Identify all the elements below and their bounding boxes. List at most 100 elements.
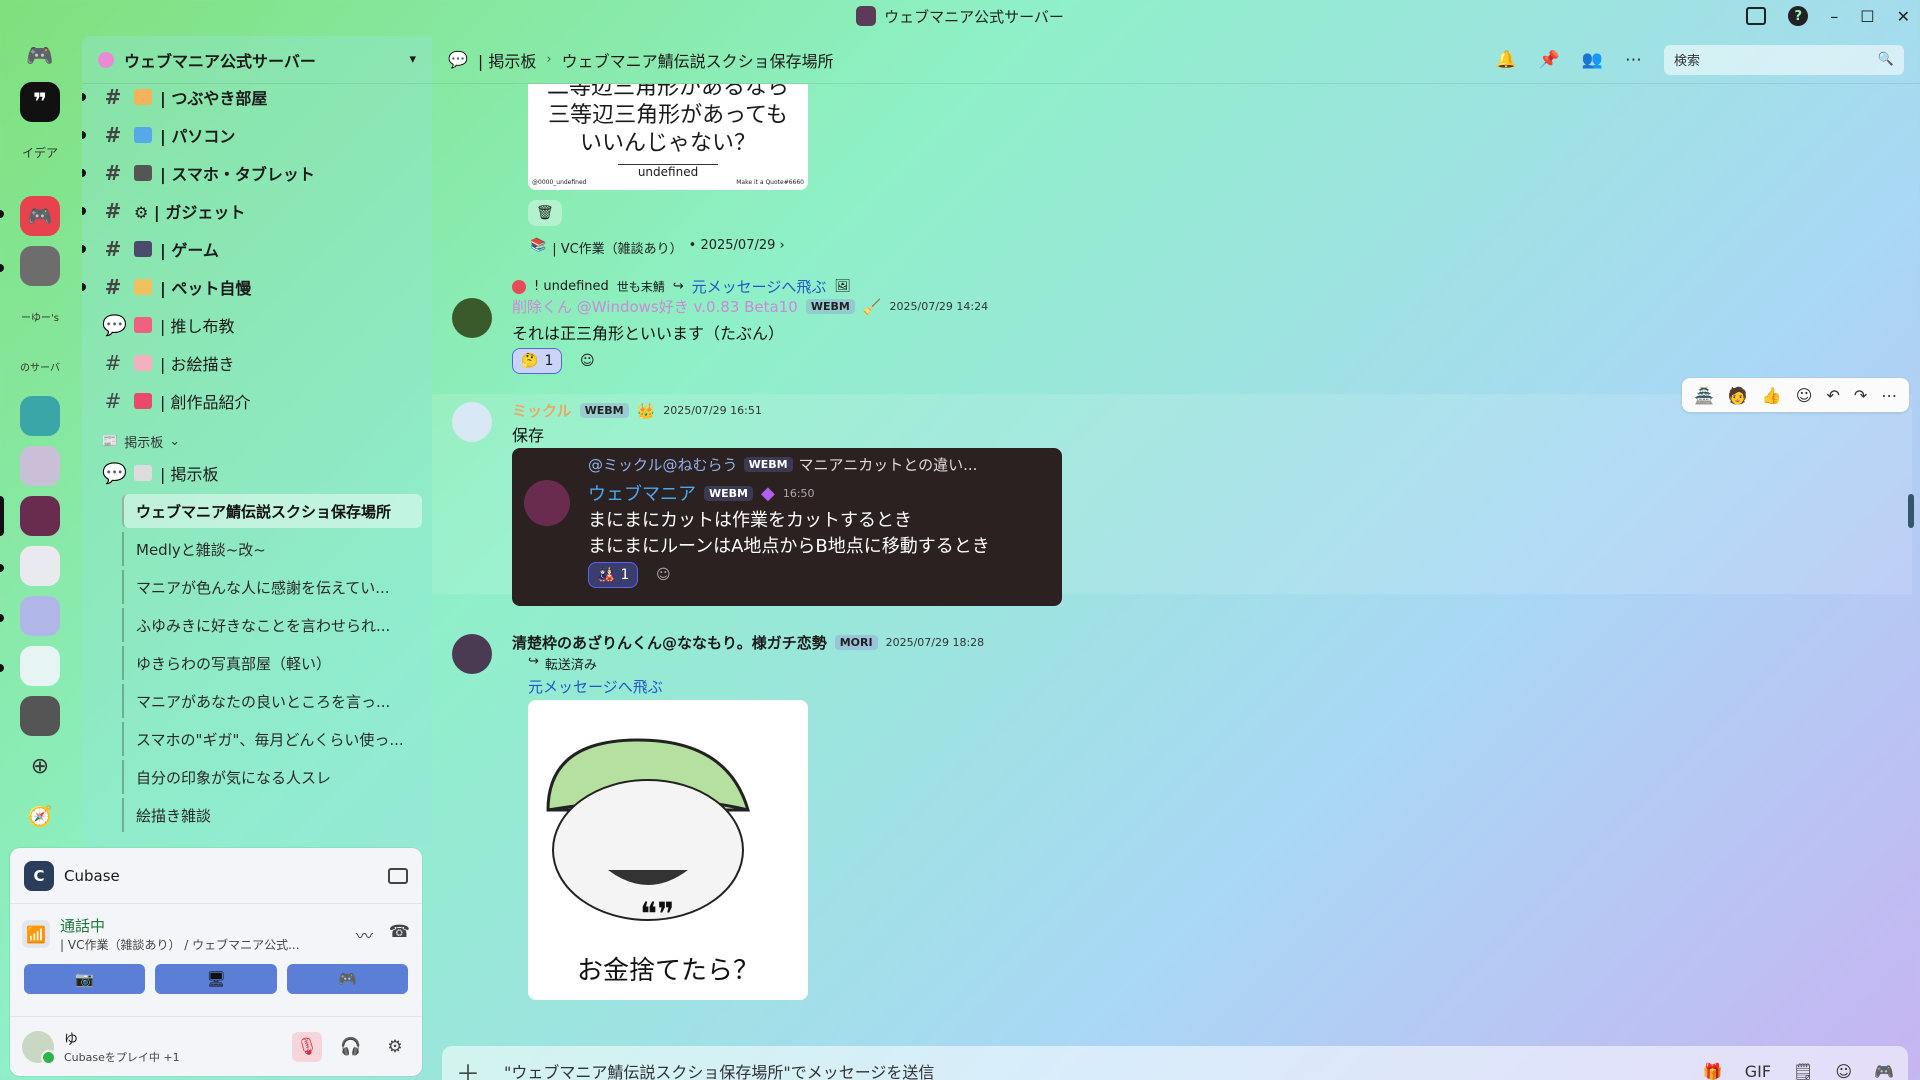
- pin-icon[interactable]: 📌: [1539, 50, 1560, 70]
- thread-item-active[interactable]: ウェブマニア鯖伝説スクショ保存場所: [122, 494, 422, 528]
- channel-pet[interactable]: # | ペット自慢: [82, 270, 432, 304]
- channel-forum-board[interactable]: 💬 | 掲示板: [82, 456, 432, 490]
- sticker-icon[interactable]: 🗒: [1793, 1062, 1813, 1080]
- reaction-chip[interactable]: 🗑: [528, 200, 562, 226]
- thread-item[interactable]: スマホの"ギガ"、毎月どんくらい使っ...: [122, 722, 422, 756]
- chevron-down-icon: ▾: [409, 52, 416, 67]
- screen-share-button[interactable]: 🖥: [155, 964, 277, 994]
- minimize-button[interactable]: –: [1830, 7, 1838, 26]
- discord-home-icon[interactable]: 🎮: [20, 36, 60, 76]
- screen-share-icon[interactable]: [388, 867, 408, 884]
- server-avatar-4[interactable]: [20, 546, 60, 586]
- title-bar: ウェブマニア公式サーバー ? – ☐ ✕: [0, 0, 1920, 32]
- avatar[interactable]: [452, 634, 492, 674]
- help-icon[interactable]: ?: [1788, 6, 1809, 26]
- server-quote-icon[interactable]: ❞: [20, 82, 60, 122]
- forum-icon: 💬: [448, 50, 468, 69]
- server-avatar-1[interactable]: [20, 246, 60, 286]
- server-avatar-3[interactable]: [20, 446, 60, 486]
- avatar[interactable]: [452, 402, 492, 442]
- plus-icon[interactable]: ＋: [456, 1054, 480, 1080]
- thread-item[interactable]: 絵描き雑談: [122, 798, 422, 832]
- discover-icon[interactable]: 🧭: [20, 796, 60, 836]
- thread-item[interactable]: マニアがあなたの良いところを言っ...: [122, 684, 422, 718]
- thread-item[interactable]: マニアが色んな人に感謝を伝えてい...: [122, 570, 422, 604]
- activity-button[interactable]: 🎮: [286, 964, 408, 994]
- emoji-icon[interactable]: ☺: [1835, 1062, 1852, 1080]
- close-button[interactable]: ✕: [1897, 7, 1910, 26]
- gift-icon[interactable]: 🎁: [1703, 1062, 1723, 1080]
- reply-preview[interactable]: ! undefined 世も末鯖 ↪ 元メッセージへ飛ぶ 🖼: [512, 276, 851, 297]
- gear-icon[interactable]: ⚙: [380, 1032, 410, 1062]
- signal-icon[interactable]: 📶: [22, 920, 50, 948]
- reaction-chip[interactable]: 🤔 1: [512, 348, 563, 374]
- apps-icon[interactable]: 🎮: [1874, 1062, 1894, 1080]
- activity-row[interactable]: C Cubase: [10, 848, 422, 904]
- channel-smartphone[interactable]: # | スマホ・タブレット: [82, 156, 432, 190]
- thread-item[interactable]: ふゆみきに好きなことを言わせられ...: [122, 608, 422, 642]
- server-avatar-7[interactable]: [20, 696, 60, 736]
- thread-item[interactable]: Medlyと雑談~改~: [122, 532, 422, 566]
- timestamp: 2025/07/29 18:28: [885, 636, 985, 649]
- server-avatar-5[interactable]: [20, 596, 60, 636]
- author-name[interactable]: 清楚枠のあざりんくん@ななもり。様ガチ恋勢: [512, 632, 827, 653]
- server-avatar-2[interactable]: [20, 396, 60, 436]
- reply-icon[interactable]: ↶: [1826, 386, 1839, 405]
- avatar[interactable]: [452, 298, 492, 338]
- message-composer[interactable]: ＋ "ウェブマニア鯖伝説スクショ保存場所"でメッセージを送信 🎁 GIF 🗒 ☺…: [442, 1046, 1908, 1080]
- channel-tsubuyaki[interactable]: # | つぶやき部屋: [82, 80, 432, 114]
- channel-oshi[interactable]: 💬 | 推し布教: [82, 308, 432, 342]
- emoji-reaction-icon[interactable]: 🧑: [1728, 386, 1748, 405]
- more-icon[interactable]: ⋯: [1625, 50, 1642, 70]
- forwarded-label: ↪ 転送済み: [528, 654, 597, 673]
- members-icon[interactable]: 👥: [1582, 50, 1603, 70]
- channel-pc[interactable]: # | パソコン: [82, 118, 432, 152]
- mic-muted-icon[interactable]: 🎙: [292, 1031, 322, 1062]
- add-reaction-icon[interactable]: ☺: [1796, 386, 1813, 405]
- server-yuu[interactable]: ーゆー's: [20, 296, 60, 336]
- voice-channel-link[interactable]: | VC作業（雑談あり） / ウェブマニア公式...: [60, 936, 320, 953]
- author-name[interactable]: ミックル: [512, 400, 572, 421]
- message-embed[interactable]: @ミックル@ねむらう WEBM マニアニカットとの違い... ウェブマニア WE…: [512, 448, 1062, 606]
- disconnect-icon[interactable]: ☎: [389, 922, 410, 947]
- server-idea[interactable]: イデア: [20, 132, 60, 172]
- scrollbar[interactable]: [1908, 494, 1914, 528]
- thread-item[interactable]: ゆきらわの写真部屋（軽い）: [122, 646, 422, 680]
- headphones-icon[interactable]: 🎧: [336, 1032, 366, 1062]
- channel-game[interactable]: # | ゲーム: [82, 232, 432, 266]
- server-avatar-6[interactable]: [20, 646, 60, 686]
- more-icon[interactable]: ⋯: [1881, 386, 1897, 405]
- hash-icon: #: [104, 275, 122, 299]
- message-input[interactable]: "ウェブマニア鯖伝説スクショ保存場所"でメッセージを送信: [504, 1059, 934, 1080]
- forwarded-image[interactable]: ❝❞ お金捨てたら？: [528, 700, 808, 1000]
- quote-image[interactable]: 二等辺三角形があるなら 三等辺三角形があっても いいんじゃない？ undefin…: [528, 84, 808, 190]
- add-server-icon[interactable]: ⊕: [20, 746, 60, 786]
- search-input[interactable]: 検索 🔍: [1664, 44, 1904, 75]
- newspaper-icon: [134, 465, 152, 481]
- inbox-icon[interactable]: [1746, 7, 1767, 25]
- channel-oekaki[interactable]: # | お絵描き: [82, 346, 432, 380]
- channel-sousaku[interactable]: # | 創作品紹介: [82, 384, 432, 418]
- gif-icon[interactable]: GIF: [1745, 1062, 1771, 1080]
- noise-suppression-icon[interactable]: 〰: [356, 922, 373, 947]
- server-avatar-active[interactable]: [20, 496, 60, 536]
- forward-icon[interactable]: ↷: [1854, 386, 1867, 405]
- add-reaction-button[interactable]: ☺: [572, 348, 603, 374]
- bell-icon[interactable]: 🔔: [1495, 50, 1516, 70]
- server-discord-red[interactable]: 🎮: [20, 196, 60, 236]
- avatar[interactable]: [22, 1030, 56, 1065]
- jump-link[interactable]: 元メッセージへ飛ぶ: [528, 676, 663, 697]
- server-header[interactable]: ウェブマニア公式サーバー ▾: [82, 36, 432, 84]
- emoji-reaction-icon[interactable]: 🏯: [1694, 386, 1714, 405]
- category-header[interactable]: 📰 掲示板 ⌄: [102, 432, 180, 451]
- thread-item[interactable]: 自分の印象が気になる人スレ: [122, 760, 422, 794]
- channel-gadget[interactable]: # ⚙ | ガジェット: [82, 194, 432, 228]
- thumbs-up-icon[interactable]: 👍: [1762, 386, 1782, 405]
- forward-source[interactable]: 📚 | VC作業（雑談あり） • 2025/07/29 ›: [530, 238, 785, 257]
- camera-off-button[interactable]: 📷: [24, 964, 146, 994]
- author-name[interactable]: 削除くん @Windows好き v.0.83 Beta10: [512, 296, 798, 317]
- server-noserver[interactable]: のサーバ: [20, 346, 60, 386]
- forward-icon: ↪: [528, 654, 539, 669]
- breadcrumb-forum[interactable]: | 掲示板: [478, 48, 536, 72]
- maximize-button[interactable]: ☐: [1860, 7, 1874, 26]
